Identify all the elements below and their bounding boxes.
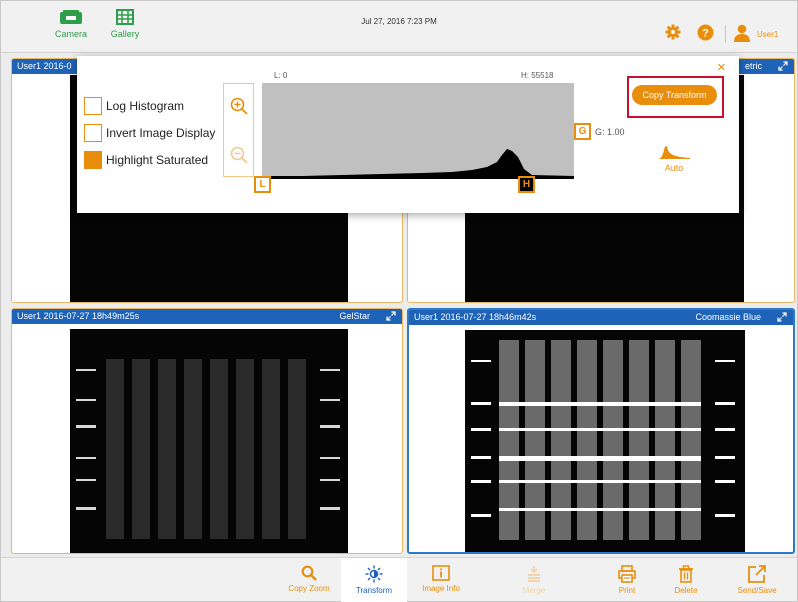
panel-stain-label: etric [744, 61, 762, 71]
bottom-toolbar: Copy Zoom Transform Image Info Merge Pri… [1, 557, 797, 602]
high-marker[interactable]: H [518, 176, 535, 193]
gamma-marker[interactable]: G [574, 123, 591, 140]
app-window: Camera Gallery Jul 27, 2016 7:23 PM ? Us… [0, 0, 798, 602]
invert-image-label: Invert Image Display [106, 126, 216, 140]
merge-icon [528, 566, 540, 582]
export-icon [748, 565, 766, 583]
print-button[interactable]: Print [599, 565, 655, 601]
histogram-zoom-controls [223, 83, 254, 177]
search-icon [301, 565, 317, 581]
gamma-label: G: 1.00 [595, 127, 625, 137]
gel-image[interactable] [465, 330, 745, 552]
auto-histogram-icon[interactable] [654, 142, 694, 160]
histogram-high-label: H: 55518 [521, 71, 554, 80]
delete-button[interactable]: Delete [658, 565, 714, 601]
expand-icon[interactable] [778, 61, 788, 71]
histogram-curve [262, 149, 574, 179]
gallery-nav-button[interactable]: Gallery [95, 9, 155, 51]
send-save-label: Send/Save [737, 586, 777, 595]
low-marker[interactable]: L [254, 176, 271, 193]
printer-icon [618, 565, 636, 583]
copy-zoom-button[interactable]: Copy Zoom [281, 565, 337, 601]
transform-button[interactable]: Transform [341, 558, 407, 602]
svg-text:?: ? [702, 28, 709, 40]
print-label: Print [618, 586, 636, 595]
user-menu[interactable]: User1 [733, 24, 778, 44]
send-save-button[interactable]: Send/Save [729, 565, 785, 601]
top-bar: Camera Gallery Jul 27, 2016 7:23 PM ? Us… [1, 1, 797, 53]
image-info-button[interactable]: Image Info [413, 565, 469, 601]
camera-label: Camera [54, 29, 87, 39]
info-icon [432, 565, 450, 581]
gel-bands [471, 340, 735, 540]
checkbox-box[interactable] [84, 97, 102, 115]
trash-icon [679, 565, 693, 583]
gallery-label: Gallery [110, 29, 140, 39]
image-panel-3[interactable]: User1 2016-07-27 18h49m25s GelStar [11, 308, 403, 554]
expand-icon[interactable] [386, 311, 396, 321]
transform-label: Transform [355, 586, 393, 595]
expand-icon[interactable] [777, 312, 787, 322]
help-icon[interactable]: ? [697, 24, 714, 41]
panel-stain-label: GelStar [339, 311, 370, 321]
zoom-out-icon[interactable] [230, 146, 248, 164]
panel-stain-label: Coomassie Blue [695, 312, 761, 322]
panel-header: User1 2016-07-27 18h46m42s Coomassie Blu… [409, 310, 793, 325]
gear-icon[interactable] [665, 24, 681, 40]
zoom-in-icon[interactable] [230, 97, 248, 115]
log-histogram-label: Log Histogram [106, 99, 185, 113]
panel-title: User1 2016-07-27 18h46m42s [414, 312, 537, 322]
merge-button[interactable]: Merge [506, 565, 562, 601]
transform-popover: × Log Histogram Invert Image Display Hig… [77, 56, 739, 213]
delete-label: Delete [674, 586, 698, 595]
image-info-label: Image Info [422, 584, 460, 593]
image-panel-4[interactable]: User1 2016-07-27 18h46m42s Coomassie Blu… [407, 308, 795, 554]
panel-header: User1 2016-07-27 18h49m25s GelStar [12, 309, 402, 324]
histogram[interactable] [262, 83, 574, 179]
checkbox-box[interactable] [84, 124, 102, 142]
close-icon[interactable]: × [717, 60, 726, 75]
panel-title: User1 2016-07-27 18h49m25s [17, 311, 140, 321]
auto-button-label[interactable]: Auto [654, 163, 694, 173]
merge-label: Merge [522, 586, 546, 595]
user-icon [734, 24, 750, 42]
copy-zoom-label: Copy Zoom [288, 584, 330, 593]
brightness-icon [365, 565, 383, 583]
histogram-low-label: L: 0 [274, 71, 288, 80]
highlight-saturated-label: Highlight Saturated [106, 153, 209, 167]
gel-bands [76, 359, 340, 539]
gel-image[interactable] [70, 329, 348, 553]
user-label: User1 [757, 30, 779, 39]
highlight-annotation [627, 76, 724, 118]
panel-title: User1 2016-0 [17, 61, 72, 71]
camera-nav-button[interactable]: Camera [41, 9, 101, 51]
toolbar-separator [725, 25, 726, 43]
checkbox-box[interactable] [84, 151, 102, 169]
